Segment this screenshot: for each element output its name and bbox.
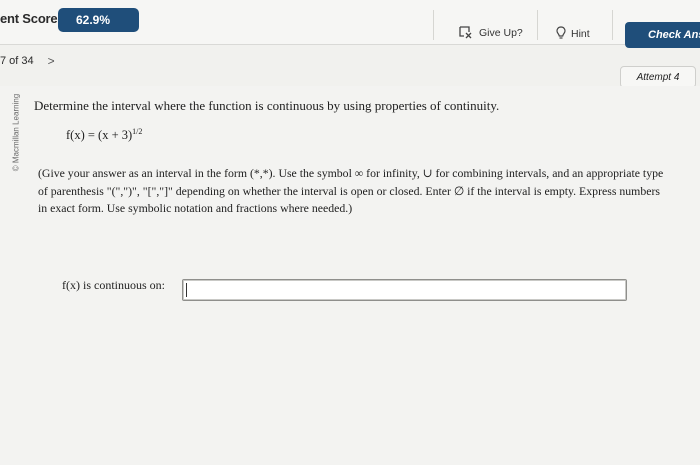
top-bar: ent Score: 62.9%: [0, 0, 700, 45]
divider: [612, 10, 613, 40]
give-up-label: Give Up?: [479, 27, 523, 39]
divider: [433, 10, 434, 40]
answer-input[interactable]: [182, 279, 627, 301]
score-badge: 62.9%: [58, 8, 139, 32]
answer-instructions: (Give your answer as an interval in the …: [38, 166, 664, 215]
divider: [537, 10, 538, 40]
function-exponent: 1/2: [132, 127, 143, 136]
next-question-chevron-icon[interactable]: >: [48, 54, 55, 68]
give-up-icon: [458, 25, 474, 42]
macmillan-watermark: © Macmillan Learning: [11, 93, 21, 172]
question-position: 7 of 34: [0, 55, 34, 67]
question-nav: 7 of 34 >: [0, 54, 55, 68]
answer-label: f(x) is continuous on:: [62, 278, 165, 292]
hint-button[interactable]: Hint: [556, 25, 590, 43]
attempt-badge: Attempt 4: [620, 66, 696, 88]
score-label: ent Score:: [0, 11, 62, 26]
lightbulb-icon: [556, 25, 566, 43]
function-definition: f(x) = (x + 3)1/2: [66, 127, 142, 143]
hint-label: Hint: [571, 28, 590, 40]
question-prompt: Determine the interval where the functio…: [34, 98, 500, 113]
give-up-button[interactable]: Give Up?: [458, 24, 523, 42]
check-answer-button[interactable]: Check Answ: [625, 22, 700, 48]
text-caret: [186, 283, 187, 297]
function-expression: f(x) = (x + 3): [66, 128, 133, 143]
